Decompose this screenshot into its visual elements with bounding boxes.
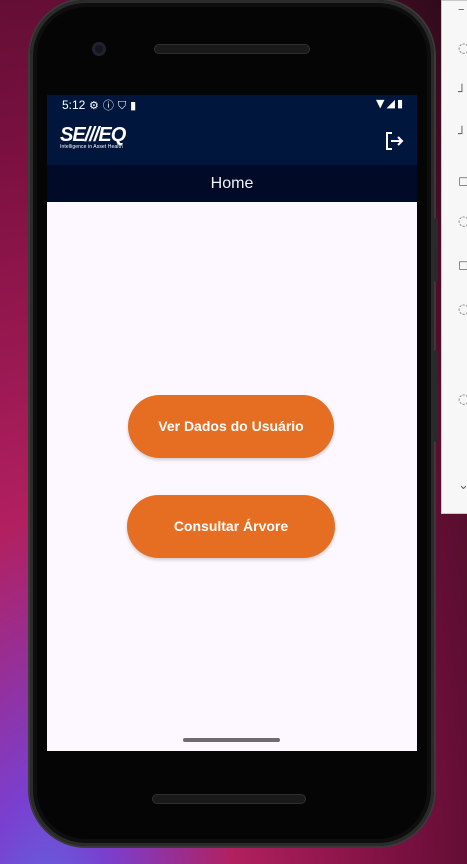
power-icon[interactable]: ◌ [458,42,467,56]
app-bar: SE///EQ Intelligence in Asset Health [47,115,417,165]
screen: 5:12 ⚙ⓘ⛉▮ ▼◢▮ SE///EQ Intelligence in As… [47,95,417,751]
page-title: Home [47,165,417,202]
top-speaker [154,44,310,54]
bottom-speaker [152,794,306,804]
front-camera [92,42,106,56]
signal-icon: ◢ [386,97,397,110]
status-bar: 5:12 ⚙ⓘ⛉▮ ▼◢▮ [47,95,417,115]
battery-icon: ▮ [396,97,405,110]
volume-down-icon[interactable]: ┘ [458,128,467,142]
view-user-data-button[interactable]: Ver Dados do Usuário [128,395,334,458]
rotate-icon[interactable]: ◻ [458,175,467,189]
info-icon: ⓘ [102,99,118,112]
volume-button[interactable] [434,218,438,282]
semeq-logo: SE///EQ Intelligence in Asset Health [60,124,126,151]
phone-frame: 5:12 ⚙ⓘ⛉▮ ▼◢▮ SE///EQ Intelligence in As… [30,0,438,846]
shield-icon: ⛉ [117,99,131,112]
status-time: 5:12 [62,98,86,112]
sd-card-icon: ▮ [130,99,141,112]
logout-icon[interactable] [384,131,404,151]
gesture-nav-handle[interactable] [183,738,280,742]
logo-tagline: Intelligence in Asset Health [60,144,123,150]
consult-tree-button[interactable]: Consultar Árvore [127,495,335,558]
wifi-icon: ▼ [376,97,387,110]
status-left-icons: ⚙ⓘ⛉▮ [89,97,140,113]
power-button[interactable] [434,350,438,442]
status-right-icons: ▼◢▮ [376,97,405,110]
screenshot-icon[interactable]: ◻ [458,259,467,273]
zoom-icon[interactable]: ◌ [458,303,467,317]
emulator-toolbar: – ◌ ┘ ┘ ◻ ◌ ◻ ◌ ◌ ⌄ [441,0,467,514]
volume-up-icon[interactable]: ┘ [458,86,467,100]
settings-icon: ⚙ [89,99,103,112]
overview-icon[interactable]: ⌄ [458,479,467,493]
rotate-right-icon[interactable]: ◌ [458,215,467,229]
logo-mark: SE///EQ [60,124,126,146]
minimize-icon[interactable]: – [458,3,467,17]
back-icon[interactable]: ◌ [458,393,467,407]
